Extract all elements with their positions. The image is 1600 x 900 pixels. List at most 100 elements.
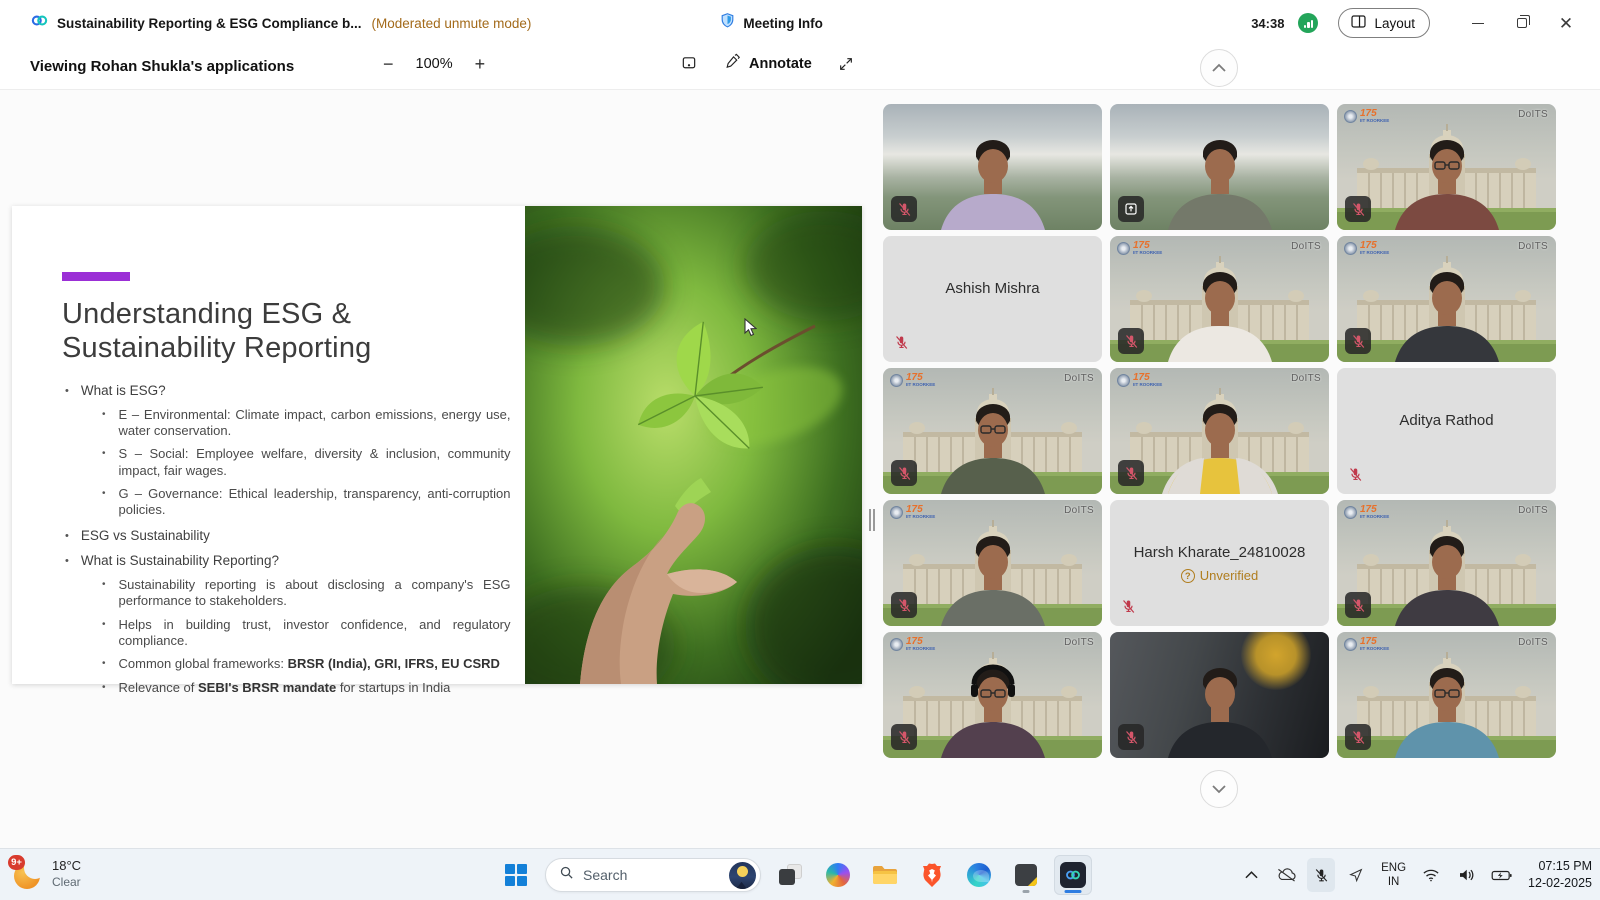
sub-bullet-item: •G – Governance: Ethical leadership, tra… — [102, 486, 517, 519]
participant-video-tile[interactable]: 175IIT ROORKEEDoITS — [1337, 632, 1556, 758]
tray-time: 07:15 PM — [1528, 858, 1592, 875]
bullet-item: •What is Sustainability Reporting? — [65, 553, 517, 570]
participants-scroll-down-button[interactable] — [1200, 770, 1238, 808]
zoom-level: 100% — [416, 56, 453, 72]
participant-video-tile[interactable]: 175IIT ROORKEEDoITS — [1337, 500, 1556, 626]
brave-taskbar-icon[interactable] — [913, 855, 951, 895]
windows-taskbar: 9+ 18°C Clear Search — [0, 848, 1600, 900]
tray-mic-muted-icon[interactable] — [1307, 858, 1335, 892]
participant-video-tile[interactable] — [1110, 104, 1329, 230]
copilot-taskbar-icon[interactable] — [819, 855, 857, 895]
meeting-info-button[interactable]: Meeting Info — [719, 11, 823, 35]
participant-tile-named[interactable]: Ashish Mishra — [883, 236, 1102, 362]
task-view-taskbar-icon[interactable] — [772, 855, 810, 895]
language-code: ENG — [1381, 861, 1406, 875]
webex-taskbar-icon-active[interactable] — [1054, 855, 1092, 895]
mic-muted-icon — [1118, 460, 1144, 486]
meeting-info-label: Meeting Info — [743, 16, 823, 31]
participant-video-tile[interactable]: 175IIT ROORKEEDoITS — [1110, 236, 1329, 362]
start-button[interactable] — [498, 857, 534, 893]
clock[interactable]: 07:15 PM 12-02-2025 — [1522, 858, 1592, 892]
chevron-down-icon — [1211, 782, 1227, 797]
participant-video-tile[interactable] — [1110, 632, 1329, 758]
meeting-title: Sustainability Reporting & ESG Complianc… — [57, 16, 362, 31]
bullet-item: •What is ESG? — [65, 383, 517, 400]
slide-bullets: •What is ESG? •E – Environmental: Climate… — [65, 374, 517, 696]
mic-muted-icon — [1118, 328, 1144, 354]
zoom-out-button[interactable]: − — [383, 55, 394, 73]
participant-video-tile[interactable] — [883, 104, 1102, 230]
close-button[interactable]: ✕ — [1544, 6, 1588, 40]
file-explorer-taskbar-icon[interactable] — [866, 855, 904, 895]
onedrive-paused-icon[interactable] — [1272, 858, 1300, 892]
webex-meeting-window: Sustainability Reporting & ESG Complianc… — [0, 0, 1600, 900]
mic-muted-icon — [1345, 328, 1371, 354]
taskbar-apps — [772, 855, 1092, 895]
weather-icon: 9+ — [10, 855, 44, 893]
sub-bullet-item: •Sustainability reporting is about discl… — [102, 577, 517, 610]
language-switcher[interactable]: ENG IN — [1377, 861, 1410, 890]
shield-icon — [719, 11, 736, 35]
mic-muted-icon — [1345, 592, 1371, 618]
weather-temp: 18°C — [52, 858, 81, 874]
layout-button[interactable]: Layout — [1338, 8, 1430, 38]
participant-name: Harsh Kharate_24810028 — [1110, 544, 1329, 561]
bullet-item: •ESG vs Sustainability — [65, 528, 517, 545]
wifi-icon[interactable] — [1417, 858, 1445, 892]
participant-video-tile[interactable]: 175IIT ROORKEEDoITS — [1337, 104, 1556, 230]
mouse-cursor — [744, 318, 757, 342]
location-icon[interactable] — [1342, 858, 1370, 892]
battery-icon[interactable] — [1487, 858, 1515, 892]
chevron-up-icon — [1211, 61, 1227, 76]
participant-name: Aditya Rathod — [1337, 412, 1556, 429]
annotate-button[interactable]: Annotate — [724, 53, 812, 74]
panel-resize-handle[interactable] — [867, 505, 877, 535]
moderated-mode-note: (Moderated unmute mode) — [372, 16, 532, 31]
participant-video-tile[interactable]: 175IIT ROORKEEDoITS — [883, 500, 1102, 626]
mic-muted-icon — [891, 592, 917, 618]
search-highlight-image — [729, 862, 756, 889]
sub-bullet-item: •S – Social: Employee welfare, diversity… — [102, 446, 517, 479]
participant-name: Ashish Mishra — [883, 280, 1102, 297]
webex-logo-icon — [30, 11, 49, 35]
search-input[interactable]: Search — [545, 858, 761, 892]
pen-icon — [724, 53, 741, 74]
meeting-content: Understanding ESG & Sustainability Repor… — [0, 90, 1600, 848]
mic-muted-icon — [1345, 724, 1371, 750]
restore-button[interactable] — [1500, 6, 1544, 40]
mic-muted-icon — [893, 334, 913, 354]
participant-video-tile[interactable]: 175IIT ROORKEEDoITS — [1110, 368, 1329, 494]
share-toolbar: Viewing Rohan Shukla's applications − 10… — [0, 46, 1600, 90]
slide-title: Understanding ESG & Sustainability Repor… — [62, 298, 371, 365]
mic-muted-icon — [1118, 724, 1144, 750]
weather-widget[interactable]: 9+ 18°C Clear — [10, 855, 81, 893]
participant-tile-named[interactable]: Aditya Rathod — [1337, 368, 1556, 494]
search-placeholder: Search — [583, 867, 720, 883]
participants-grid: 175IIT ROORKEEDoITS Ashish Mishra 175IIT R… — [883, 104, 1556, 758]
minimize-button[interactable] — [1456, 6, 1500, 40]
view-shared-screen-button[interactable] — [680, 55, 698, 72]
sub-bullet-item: •Relevance of SEBI's BRSR mandate for st… — [102, 680, 517, 696]
unverified-badge: ?Unverified — [1110, 568, 1329, 583]
mic-muted-icon — [1345, 196, 1371, 222]
volume-icon[interactable] — [1452, 858, 1480, 892]
mic-muted-icon — [891, 724, 917, 750]
participant-video-tile[interactable]: 175IIT ROORKEEDoITS — [1337, 236, 1556, 362]
expand-button[interactable] — [838, 56, 854, 72]
participant-video-tile[interactable]: 175IIT ROORKEEDoITS — [883, 368, 1102, 494]
participant-video-tile[interactable]: 175IIT ROORKEEDoITS — [883, 632, 1102, 758]
sub-bullet-item: •E – Environmental: Climate impact, carb… — [102, 407, 517, 440]
edge-taskbar-icon[interactable] — [960, 855, 998, 895]
leaf-photo — [525, 206, 862, 684]
participants-scroll-up-button[interactable] — [1200, 49, 1238, 87]
question-icon: ? — [1181, 569, 1195, 583]
tray-chevron-up-icon[interactable] — [1237, 858, 1265, 892]
system-tray: ENG IN 07:15 PM 12-02-2025 — [1237, 849, 1592, 900]
notes-taskbar-icon[interactable] — [1007, 855, 1045, 895]
participant-tile-named[interactable]: Harsh Kharate_24810028 ?Unverified — [1110, 500, 1329, 626]
zoom-in-button[interactable]: + — [475, 55, 486, 73]
layout-grid-icon — [1350, 14, 1367, 32]
connection-quality-icon[interactable] — [1298, 13, 1318, 33]
region-code: IN — [1381, 875, 1406, 889]
slide-accent-bar — [62, 272, 130, 281]
